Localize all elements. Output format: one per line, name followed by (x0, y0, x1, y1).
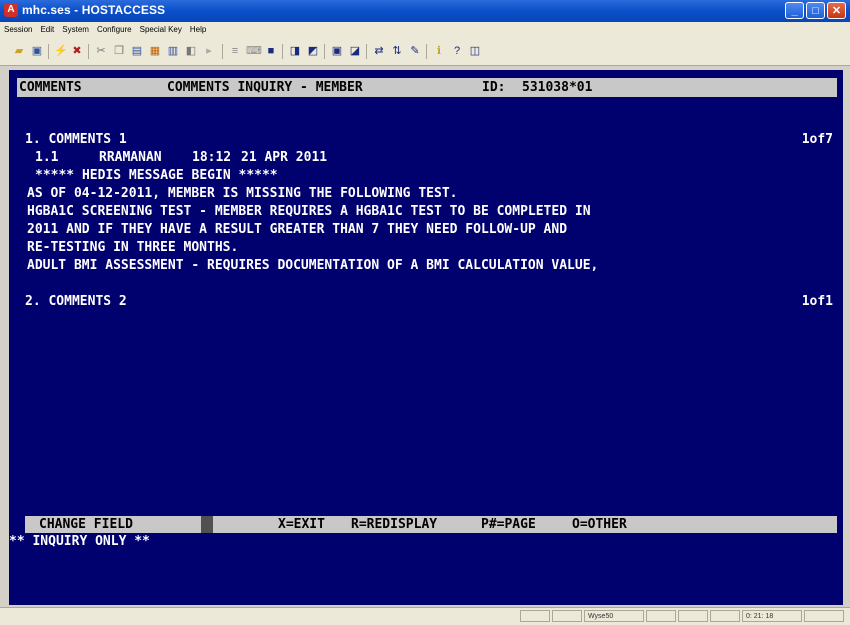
connect-icon[interactable]: ⚡ (54, 44, 68, 58)
window-controls: _ □ ✕ (785, 2, 846, 19)
settings-icon[interactable]: ◨ (288, 44, 302, 58)
cursor-position: 0: 21: 18 (742, 610, 802, 622)
status-cell (678, 610, 708, 622)
play-icon[interactable]: ▸ (202, 44, 216, 58)
menu-session[interactable]: Session (0, 22, 36, 34)
menu-system[interactable]: System (58, 22, 93, 34)
comment-line: AS OF 04-12-2011, MEMBER IS MISSING THE … (27, 186, 458, 201)
status-bar: Wyse50 0: 21: 18 (0, 607, 850, 625)
info-icon[interactable]: ℹ (432, 44, 446, 58)
status-cell (520, 610, 550, 622)
cut-icon[interactable]: ✂ (94, 44, 108, 58)
id-label: ID: (482, 80, 506, 95)
section-heading-2: 2. COMMENTS 2 (25, 294, 127, 309)
maximize-button[interactable]: □ (806, 2, 825, 19)
toolbar-separator (426, 44, 427, 59)
macro-icon[interactable]: ≡ (228, 44, 242, 58)
hostaccess-icon[interactable]: A (4, 3, 18, 17)
toolbar-separator (366, 44, 367, 59)
save-icon[interactable]: ▣ (30, 44, 44, 58)
zoom-icon[interactable]: ■ (264, 44, 278, 58)
exit-key[interactable]: X=EXIT (278, 517, 325, 532)
toolbar-separator (282, 44, 283, 59)
redisplay-key[interactable]: R=REDISPLAY (351, 517, 437, 532)
inquiry-status: ** INQUIRY ONLY ** (9, 534, 150, 549)
font-icon[interactable]: ▣ (330, 44, 344, 58)
page-key[interactable]: P#=PAGE (481, 517, 536, 532)
other-key[interactable]: O=OTHER (572, 517, 627, 532)
menu-bar: Session Edit System Configure Special Key Hel… (0, 22, 850, 39)
menu-special-key[interactable]: Special Key (136, 22, 186, 34)
record-icon[interactable]: ◧ (184, 44, 198, 58)
print-icon[interactable]: ▥ (166, 44, 180, 58)
menu-configure[interactable]: Configure (93, 22, 136, 34)
copy-icon[interactable]: ❐ (112, 44, 126, 58)
member-id: 531038*01 (522, 80, 593, 95)
status-cell (646, 610, 676, 622)
comment-line: RE-TESTING IN THREE MONTHS. (27, 240, 239, 255)
toolbar-separator (48, 44, 49, 59)
screen-title: COMMENTS INQUIRY - MEMBER (167, 80, 363, 95)
comment-line: 2011 AND IF THEY HAVE A RESULT GREATER T… (27, 222, 568, 237)
display-icon[interactable]: ◫ (468, 44, 482, 58)
screen-icon[interactable]: ◩ (306, 44, 320, 58)
help-icon[interactable]: ? (450, 44, 464, 58)
comment-line: ADULT BMI ASSESSMENT - REQUIRES DOCUMENT… (27, 258, 599, 273)
emulation-type: Wyse50 (584, 610, 644, 622)
comment-line: HGBA1C SCREENING TEST - MEMBER REQUIRES … (27, 204, 591, 219)
transfer-icon[interactable]: ⇄ (372, 44, 386, 58)
open-icon[interactable]: ▰ (12, 44, 26, 58)
paste-icon[interactable]: ▤ (130, 44, 144, 58)
menu-edit[interactable]: Edit (36, 22, 58, 34)
tools-icon[interactable]: ✎ (408, 44, 422, 58)
toolbar: ▰ ▣ ⚡ ✖ ✂ ❐ ▤ ▦ ▥ ◧ ▸ ≡ ⌨ ■ ◨ ◩ ▣ ◪ ⇄ ⇅ … (0, 39, 850, 66)
screen-name: COMMENTS (19, 80, 82, 95)
capture-icon[interactable]: ▦ (148, 44, 162, 58)
change-field-key[interactable]: CHANGE FIELD (39, 517, 133, 532)
page-indicator-1: 1of7 (801, 132, 833, 147)
close-button[interactable]: ✕ (827, 2, 846, 19)
disconnect-icon[interactable]: ✖ (70, 44, 84, 58)
status-cell (710, 610, 740, 622)
page-indicator-2: 1of1 (801, 294, 833, 309)
section-heading-1: 1. COMMENTS 1 (25, 132, 127, 147)
entry-date: 21 APR 2011 (241, 150, 328, 165)
toolbar-separator (222, 44, 223, 59)
screen-header: COMMENTS COMMENTS INQUIRY - MEMBER ID: 5… (17, 78, 837, 97)
status-cell (804, 610, 844, 622)
entry-time: 18:12 (192, 150, 232, 165)
cursor-block (201, 516, 213, 533)
function-key-bar: CHANGE FIELD X=EXIT R=REDISPLAY P#=PAGE … (25, 516, 837, 533)
menu-help[interactable]: Help (186, 22, 210, 34)
color-icon[interactable]: ◪ (348, 44, 362, 58)
title-bar: A mhc.ses - HOSTACCESS _ □ ✕ (0, 0, 850, 22)
sync-icon[interactable]: ⇅ (390, 44, 404, 58)
toolbar-separator (324, 44, 325, 59)
entry-user: RRAMANAN (99, 150, 162, 165)
status-cell (552, 610, 582, 622)
window-title: mhc.ses - HOSTACCESS (22, 3, 166, 17)
keyboard-icon[interactable]: ⌨ (246, 44, 262, 58)
entry-number: 1.1 (35, 150, 59, 165)
comment-line: ***** HEDIS MESSAGE BEGIN ***** (35, 168, 278, 183)
terminal-screen[interactable]: COMMENTS COMMENTS INQUIRY - MEMBER ID: 5… (9, 70, 843, 605)
minimize-button[interactable]: _ (785, 2, 804, 19)
toolbar-separator (88, 44, 89, 59)
